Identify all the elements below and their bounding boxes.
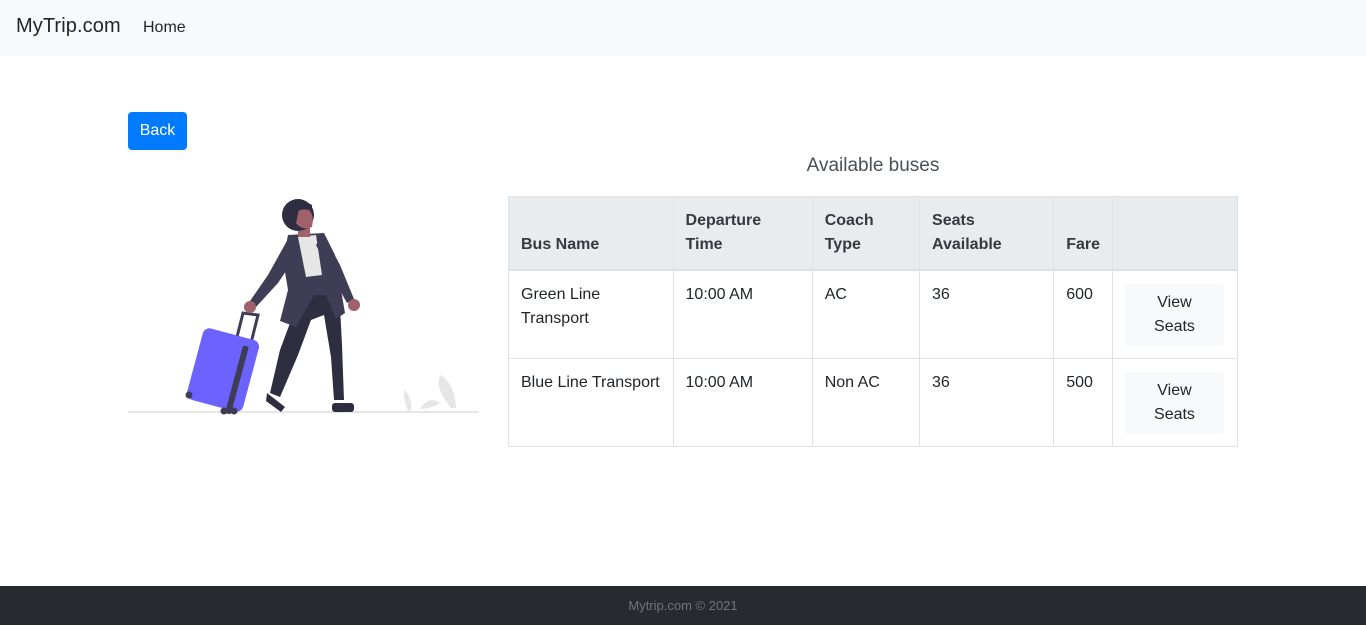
footer-copyright: Mytrip.com © 2021	[628, 598, 738, 613]
cell-action: View Seats	[1111, 358, 1239, 447]
header-coach-type: Coach Type	[811, 196, 921, 271]
table-header-row: Bus Name Departure Time Coach Type Seats…	[508, 196, 1239, 271]
header-fare: Fare	[1053, 196, 1113, 271]
brand-link[interactable]: MyTrip.com	[16, 15, 121, 38]
cell-seats-available: 36	[919, 269, 1055, 359]
traveler-illustration	[128, 195, 479, 417]
cell-departure-time: 10:00 AM	[672, 358, 813, 447]
cell-coach-type: Non AC	[811, 358, 921, 447]
header-seats-available: Seats Available	[919, 196, 1055, 271]
cell-seats-available: 36	[919, 358, 1055, 447]
view-seats-button[interactable]: View Seats	[1124, 284, 1224, 346]
back-button[interactable]: Back	[128, 112, 187, 150]
buses-table: Bus Name Departure Time Coach Type Seats…	[508, 196, 1239, 447]
table-row: Green Line Transport 10:00 AM AC 36 600 …	[508, 269, 1239, 359]
cell-fare: 500	[1053, 358, 1113, 447]
cell-fare: 600	[1053, 269, 1113, 359]
cell-bus-name: Green Line Transport	[508, 269, 674, 359]
table-row: Blue Line Transport 10:00 AM Non AC 36 5…	[508, 358, 1239, 447]
traveler-with-suitcase-icon	[128, 199, 479, 415]
navbar: MyTrip.com Home	[0, 0, 1366, 56]
header-action	[1111, 196, 1239, 271]
footer: Mytrip.com © 2021	[0, 586, 1366, 625]
available-buses-title: Available buses	[806, 155, 940, 176]
nav-home-link[interactable]: Home	[143, 19, 186, 37]
cell-coach-type: AC	[811, 269, 921, 359]
cell-action: View Seats	[1111, 269, 1239, 359]
header-bus-name: Bus Name	[508, 196, 674, 271]
cell-departure-time: 10:00 AM	[672, 269, 813, 359]
cell-bus-name: Blue Line Transport	[508, 358, 674, 447]
header-departure-time: Departure Time	[672, 196, 813, 271]
view-seats-button[interactable]: View Seats	[1124, 372, 1224, 434]
